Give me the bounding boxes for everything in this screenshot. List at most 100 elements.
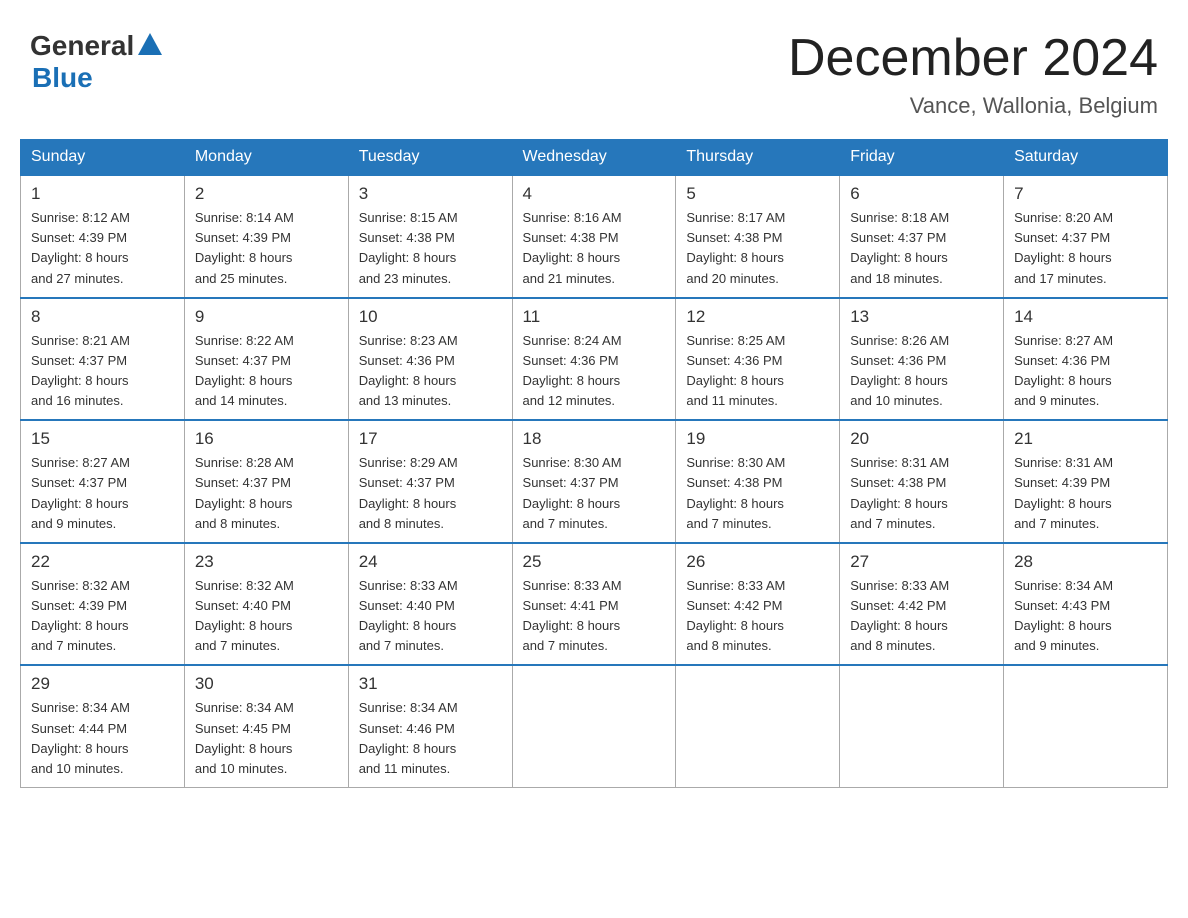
day-cell: 11 Sunrise: 8:24 AMSunset: 4:36 PMDayligh… (512, 298, 676, 421)
day-cell: 8 Sunrise: 8:21 AMSunset: 4:37 PMDaylight… (21, 298, 185, 421)
day-info: Sunrise: 8:30 AMSunset: 4:38 PMDaylight:… (686, 453, 829, 534)
day-info: Sunrise: 8:23 AMSunset: 4:36 PMDaylight:… (359, 331, 502, 412)
logo: General Blue (30, 30, 164, 94)
day-number: 18 (523, 429, 666, 449)
day-number: 29 (31, 674, 174, 694)
day-cell: 3 Sunrise: 8:15 AMSunset: 4:38 PMDaylight… (348, 175, 512, 298)
day-cell: 26Sunrise: 8:33 AMSunset: 4:42 PMDayligh… (676, 543, 840, 666)
day-number: 19 (686, 429, 829, 449)
day-cell: 13Sunrise: 8:26 AMSunset: 4:36 PMDayligh… (840, 298, 1004, 421)
day-info: Sunrise: 8:24 AMSunset: 4:36 PMDaylight:… (523, 331, 666, 412)
day-cell: 20 Sunrise: 8:31 AMSunset: 4:38 PMDayligh… (840, 420, 1004, 543)
day-cell (676, 665, 840, 787)
day-number: 30 (195, 674, 338, 694)
day-number: 9 (195, 307, 338, 327)
day-info: Sunrise: 8:16 AMSunset: 4:38 PMDaylight:… (523, 208, 666, 289)
day-cell: 4 Sunrise: 8:16 AMSunset: 4:38 PMDaylight… (512, 175, 676, 298)
day-info: Sunrise: 8:34 AMSunset: 4:43 PMDaylight:… (1014, 576, 1157, 657)
day-number: 12 (686, 307, 829, 327)
day-number: 27 (850, 552, 993, 572)
day-number: 13 (850, 307, 993, 327)
day-cell: 7 Sunrise: 8:20 AMSunset: 4:37 PMDaylight… (1004, 175, 1168, 298)
day-number: 31 (359, 674, 502, 694)
day-number: 7 (1014, 184, 1157, 204)
day-number: 3 (359, 184, 502, 204)
day-info: Sunrise: 8:34 AMSunset: 4:45 PMDaylight:… (195, 698, 338, 779)
day-info: Sunrise: 8:32 AMSunset: 4:39 PMDaylight:… (31, 576, 174, 657)
header-cell-tuesday: Tuesday (348, 140, 512, 176)
day-cell (840, 665, 1004, 787)
day-cell: 29 Sunrise: 8:34 AMSunset: 4:44 PMDayligh… (21, 665, 185, 787)
day-number: 2 (195, 184, 338, 204)
logo-general-text: General (30, 30, 134, 62)
day-number: 25 (523, 552, 666, 572)
header-cell-sunday: Sunday (21, 140, 185, 176)
day-info: Sunrise: 8:27 AMSunset: 4:36 PMDaylight:… (1014, 331, 1157, 412)
day-cell: 18 Sunrise: 8:30 AMSunset: 4:37 PMDayligh… (512, 420, 676, 543)
day-info: Sunrise: 8:32 AMSunset: 4:40 PMDaylight:… (195, 576, 338, 657)
day-info: Sunrise: 8:33 AMSunset: 4:41 PMDaylight:… (523, 576, 666, 657)
day-number: 20 (850, 429, 993, 449)
day-cell: 21 Sunrise: 8:31 AMSunset: 4:39 PMDayligh… (1004, 420, 1168, 543)
header-row: SundayMondayTuesdayWednesdayThursdayFrid… (21, 140, 1168, 176)
day-number: 17 (359, 429, 502, 449)
week-row-3: 15 Sunrise: 8:27 AMSunset: 4:37 PMDayligh… (21, 420, 1168, 543)
day-cell: 1 Sunrise: 8:12 AMSunset: 4:39 PMDaylight… (21, 175, 185, 298)
day-number: 26 (686, 552, 829, 572)
day-cell: 5 Sunrise: 8:17 AMSunset: 4:38 PMDaylight… (676, 175, 840, 298)
page-header: General Blue December 2024 Vance, Wallon… (20, 20, 1168, 119)
day-cell: 9Sunrise: 8:22 AMSunset: 4:37 PMDaylight… (184, 298, 348, 421)
week-row-5: 29 Sunrise: 8:34 AMSunset: 4:44 PMDayligh… (21, 665, 1168, 787)
day-number: 1 (31, 184, 174, 204)
header-cell-friday: Friday (840, 140, 1004, 176)
day-cell: 6Sunrise: 8:18 AMSunset: 4:37 PMDaylight… (840, 175, 1004, 298)
day-number: 28 (1014, 552, 1157, 572)
day-cell (512, 665, 676, 787)
day-info: Sunrise: 8:15 AMSunset: 4:38 PMDaylight:… (359, 208, 502, 289)
day-number: 11 (523, 307, 666, 327)
day-number: 4 (523, 184, 666, 204)
day-info: Sunrise: 8:25 AMSunset: 4:36 PMDaylight:… (686, 331, 829, 412)
title-block: December 2024 Vance, Wallonia, Belgium (788, 30, 1158, 119)
week-row-2: 8 Sunrise: 8:21 AMSunset: 4:37 PMDaylight… (21, 298, 1168, 421)
day-number: 6 (850, 184, 993, 204)
day-cell: 16Sunrise: 8:28 AMSunset: 4:37 PMDayligh… (184, 420, 348, 543)
logo-line1: General (30, 30, 164, 62)
day-cell: 30 Sunrise: 8:34 AMSunset: 4:45 PMDayligh… (184, 665, 348, 787)
day-number: 15 (31, 429, 174, 449)
header-cell-wednesday: Wednesday (512, 140, 676, 176)
day-number: 14 (1014, 307, 1157, 327)
day-info: Sunrise: 8:33 AMSunset: 4:42 PMDaylight:… (850, 576, 993, 657)
day-info: Sunrise: 8:20 AMSunset: 4:37 PMDaylight:… (1014, 208, 1157, 289)
day-info: Sunrise: 8:17 AMSunset: 4:38 PMDaylight:… (686, 208, 829, 289)
day-cell: 10 Sunrise: 8:23 AMSunset: 4:36 PMDayligh… (348, 298, 512, 421)
day-cell: 23 Sunrise: 8:32 AMSunset: 4:40 PMDayligh… (184, 543, 348, 666)
day-number: 5 (686, 184, 829, 204)
day-number: 23 (195, 552, 338, 572)
day-number: 8 (31, 307, 174, 327)
day-info: Sunrise: 8:27 AMSunset: 4:37 PMDaylight:… (31, 453, 174, 534)
header-cell-saturday: Saturday (1004, 140, 1168, 176)
day-cell: 17 Sunrise: 8:29 AMSunset: 4:37 PMDayligh… (348, 420, 512, 543)
day-info: Sunrise: 8:12 AMSunset: 4:39 PMDaylight:… (31, 208, 174, 289)
day-cell: 22 Sunrise: 8:32 AMSunset: 4:39 PMDayligh… (21, 543, 185, 666)
day-info: Sunrise: 8:31 AMSunset: 4:39 PMDaylight:… (1014, 453, 1157, 534)
day-info: Sunrise: 8:34 AMSunset: 4:44 PMDaylight:… (31, 698, 174, 779)
day-info: Sunrise: 8:21 AMSunset: 4:37 PMDaylight:… (31, 331, 174, 412)
day-number: 21 (1014, 429, 1157, 449)
day-info: Sunrise: 8:29 AMSunset: 4:37 PMDaylight:… (359, 453, 502, 534)
day-number: 10 (359, 307, 502, 327)
day-cell (1004, 665, 1168, 787)
day-cell: 15 Sunrise: 8:27 AMSunset: 4:37 PMDayligh… (21, 420, 185, 543)
day-info: Sunrise: 8:34 AMSunset: 4:46 PMDaylight:… (359, 698, 502, 779)
logo-triangle-icon (136, 31, 164, 59)
day-cell: 14 Sunrise: 8:27 AMSunset: 4:36 PMDayligh… (1004, 298, 1168, 421)
day-number: 22 (31, 552, 174, 572)
day-info: Sunrise: 8:30 AMSunset: 4:37 PMDaylight:… (523, 453, 666, 534)
day-cell: 2Sunrise: 8:14 AMSunset: 4:39 PMDaylight… (184, 175, 348, 298)
day-cell: 25 Sunrise: 8:33 AMSunset: 4:41 PMDayligh… (512, 543, 676, 666)
day-number: 24 (359, 552, 502, 572)
logo-blue-text: Blue (32, 62, 93, 94)
header-cell-thursday: Thursday (676, 140, 840, 176)
day-info: Sunrise: 8:31 AMSunset: 4:38 PMDaylight:… (850, 453, 993, 534)
